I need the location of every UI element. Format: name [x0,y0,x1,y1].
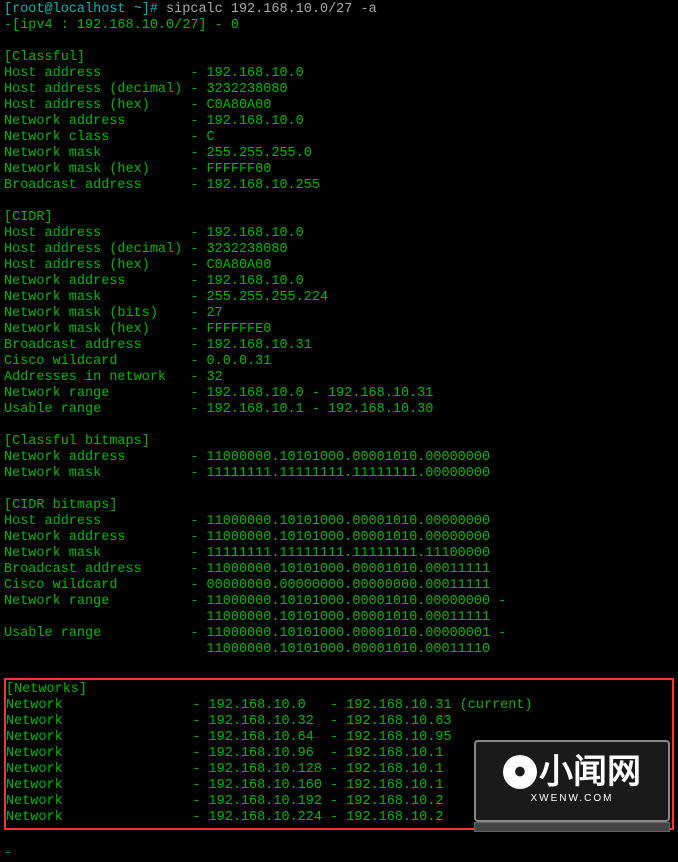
watermark-sub: XWENW.COM [531,791,614,807]
terminal-line: [Classful bitmaps] [4,434,674,450]
terminal-line: Network mask (hex) - FFFFFF00 [4,162,674,178]
terminal-line: Usable range - 11000000.10101000.0000101… [4,626,674,642]
terminal-line: Network range - 192.168.10.0 - 192.168.1… [4,386,674,402]
terminal-line: Host address - 192.168.10.0 [4,66,674,82]
terminal-line: Cisco wildcard - 00000000.00000000.00000… [4,578,674,594]
prompt: [root@localhost ~]# [4,2,158,17]
terminal-line: [CIDR] [4,210,674,226]
terminal-line: Host address (decimal) - 3232238080 [4,82,674,98]
terminal-output: [root@localhost ~]# sipcalc 192.168.10.0… [4,2,674,862]
terminal-line: Network address - 11000000.10101000.0000… [4,450,674,466]
terminal-line: Broadcast address - 192.168.10.255 [4,178,674,194]
terminal-line: Network mask (bits) - 27 [4,306,674,322]
terminal-line: Host address - 11000000.10101000.0000101… [4,514,674,530]
terminal-line: Network mask - 255.255.255.224 [4,290,674,306]
terminal-line: -[ipv4 : 192.168.10.0/27] - 0 [4,18,674,34]
terminal-line: [Networks] [6,682,672,698]
terminal-line: Network - 192.168.10.0 - 192.168.10.31 (… [6,698,672,714]
watermark-icon [503,755,537,789]
terminal-line: Broadcast address - 192.168.10.31 [4,338,674,354]
terminal-line: Network range - 11000000.10101000.000010… [4,594,674,610]
terminal-line: 11000000.10101000.00001010.00011111 [4,610,674,626]
terminal-line: Broadcast address - 11000000.10101000.00… [4,562,674,578]
terminal-line: Network address - 192.168.10.0 [4,274,674,290]
terminal-line: 11000000.10101000.00001010.00011110 [4,642,674,658]
terminal-line: Network - 192.168.10.32 - 192.168.10.63 [6,714,672,730]
terminal-line: [Classful] [4,50,674,66]
terminal-line: Network mask (hex) - FFFFFFE0 [4,322,674,338]
watermark-badge: 小闻网 XWENW.COM [474,740,670,822]
terminal-line: Network address - 192.168.10.0 [4,114,674,130]
terminal-line [4,658,674,674]
command-text: sipcalc 192.168.10.0/27 -a [166,2,377,17]
terminal-line [4,482,674,498]
terminal-line: Host address (hex) - C0A80A00 [4,98,674,114]
terminal-line: Host address - 192.168.10.0 [4,226,674,242]
terminal-line [4,194,674,210]
terminal-line: Network address - 11000000.10101000.0000… [4,530,674,546]
watermark-main: 小闻网 [539,764,641,780]
terminal-line: - [4,846,674,862]
terminal-line [4,418,674,434]
terminal-line [4,34,674,50]
watermark-bar [474,822,670,832]
terminal-line: Network mask - 11111111.11111111.1111111… [4,546,674,562]
terminal-line: Addresses in network - 32 [4,370,674,386]
terminal-line: Network mask - 11111111.11111111.1111111… [4,466,674,482]
terminal-line: [CIDR bitmaps] [4,498,674,514]
terminal-line: Network class - C [4,130,674,146]
terminal-line: Cisco wildcard - 0.0.0.31 [4,354,674,370]
terminal-line: Network mask - 255.255.255.0 [4,146,674,162]
terminal-line [4,830,674,846]
terminal-line: Host address (hex) - C0A80A00 [4,258,674,274]
terminal-line: Host address (decimal) - 3232238080 [4,242,674,258]
terminal-line: Usable range - 192.168.10.1 - 192.168.10… [4,402,674,418]
terminal-line: [root@localhost ~]# sipcalc 192.168.10.0… [4,2,674,18]
